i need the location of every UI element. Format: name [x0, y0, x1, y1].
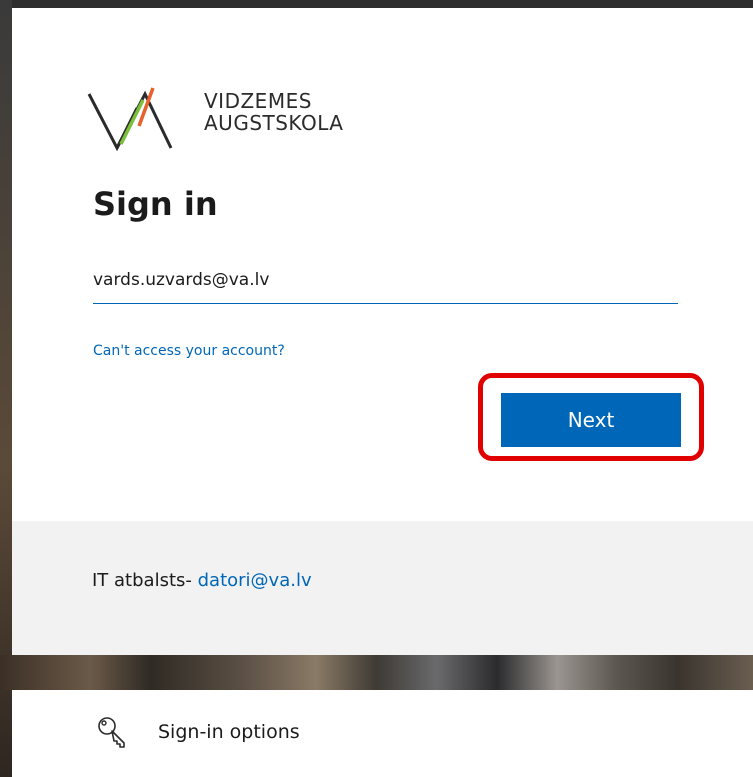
logo-line-2: AUGSTSKOLA	[204, 111, 344, 135]
cant-access-account-link[interactable]: Can't access your account?	[93, 343, 285, 359]
logo-line-1: VIDZEMES	[204, 89, 312, 113]
email-field[interactable]	[93, 256, 678, 304]
key-icon	[98, 717, 125, 748]
background-image	[0, 655, 753, 690]
logo-mark-icon	[87, 87, 173, 152]
institution-logo: VIDZEMES AUGSTSKOLA	[87, 86, 387, 154]
support-info: IT atbalsts- datori@va.lv	[92, 570, 312, 591]
support-email-link[interactable]: datori@va.lv	[198, 570, 312, 591]
sign-in-options-label: Sign-in options	[158, 721, 300, 743]
logo-text: VIDZEMES AUGSTSKOLA	[204, 90, 343, 134]
sign-in-options-button[interactable]: Sign-in options	[96, 712, 300, 752]
support-label: IT atbalsts-	[92, 570, 192, 591]
next-button[interactable]: Next	[501, 393, 681, 447]
page-title: Sign in	[93, 185, 218, 223]
